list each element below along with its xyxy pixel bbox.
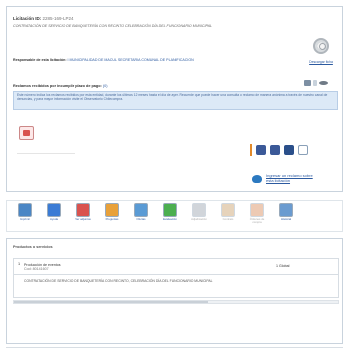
twitter-icon[interactable]: [270, 145, 280, 155]
licitacion-id-line: Licitación ID: 2285-169-LP24: [13, 16, 74, 21]
print-icon: [18, 203, 32, 217]
info-icon[interactable]: [313, 80, 317, 86]
badge-icon: [313, 38, 329, 54]
mail-icon[interactable]: [298, 145, 308, 155]
licitacion-description: CONTRATACIÓN DE SERVICIO DE BANQUETERÍA …: [13, 24, 213, 28]
claims-count[interactable]: (0): [103, 84, 108, 88]
purchase-order-tool: Órdenes de compra: [245, 203, 269, 224]
award-tool-label: Adjudicación: [191, 217, 207, 221]
report-claim-label[interactable]: Ingresar un reclamo sobre esta licitació…: [266, 173, 316, 183]
evaluation-icon: [163, 203, 177, 217]
linkedin-icon[interactable]: [284, 145, 294, 155]
report-claim-link[interactable]: Ingresar un reclamo sobre esta licitació…: [252, 173, 316, 183]
attachments-icon: [76, 203, 90, 217]
download-badge[interactable]: Descargar ficha: [307, 38, 335, 64]
download-badge-label[interactable]: Descargar ficha: [307, 60, 335, 64]
scrollbar-thumb[interactable]: [14, 301, 209, 303]
products-table: 1 Producción de eventos Cod: 80141607 1 …: [13, 258, 339, 298]
help-tool-label: Ayuda: [50, 217, 58, 221]
print-tool-label: Imprimir: [19, 217, 31, 221]
history-tool[interactable]: Historial: [274, 203, 298, 224]
licitacion-id-label: Licitación ID:: [13, 16, 42, 21]
products-title: Productos o servicios: [13, 245, 53, 249]
eye-icon[interactable]: [319, 81, 328, 85]
toolbar-tools: Imprimir Ayuda Ver adjuntos Preguntas Oferta…: [13, 203, 298, 224]
licitacion-info-panel: Licitación ID: 2285-169-LP24 CONTRATACIÓ…: [6, 6, 343, 192]
share-icons: [250, 144, 308, 156]
pdf-icon[interactable]: [19, 126, 34, 140]
horizontal-scrollbar[interactable]: [13, 300, 339, 304]
attachments-tool[interactable]: Ver adjuntos: [71, 203, 95, 224]
licitacion-id-value: 2285-169-LP24: [42, 16, 74, 21]
award-tool: Adjudicación: [187, 203, 211, 224]
claims-notice: Este número indica los reclamos recibido…: [13, 91, 338, 110]
questions-icon: [105, 203, 119, 217]
offers-tool-label: Ofertas: [136, 217, 146, 221]
help-icon: [47, 203, 61, 217]
claims-label: Reclamos recibidos por incumplir plazo d…: [13, 84, 102, 88]
divider: [17, 153, 75, 154]
evaluation-tool-label: Evaluación: [163, 217, 177, 221]
questions-tool[interactable]: Preguntas: [100, 203, 124, 224]
print-tool[interactable]: Imprimir: [13, 203, 37, 224]
separator-bar: [250, 144, 252, 156]
print-icon[interactable]: [304, 80, 311, 86]
claims-line: Reclamos recibidos por incumplir plazo d…: [13, 84, 263, 88]
responsible-label: Responsable de esta licitación:: [13, 58, 67, 62]
responsible-value[interactable]: I MUNICIPALIDAD DE MACUL SECRETARIA COMU…: [68, 58, 194, 62]
product-quantity: 1 Global: [276, 264, 290, 268]
facebook-icon[interactable]: [256, 145, 266, 155]
responsible-line: Responsable de esta licitación: I MUNICI…: [13, 58, 273, 62]
help-tool[interactable]: Ayuda: [42, 203, 66, 224]
actions-toolbar: Imprimir Ayuda Ver adjuntos Preguntas Oferta…: [6, 200, 343, 232]
table-row: 1 Producción de eventos Cod: 80141607 1 …: [14, 259, 338, 275]
product-description: CONTRATACIÓN DE SERVICIO DE BANQUETERÍA …: [24, 279, 213, 283]
purchase-order-icon: [250, 203, 264, 217]
bottom-divider: [6, 347, 343, 348]
product-number: 1: [18, 262, 21, 266]
history-tool-label: Historial: [280, 217, 292, 221]
award-icon: [192, 203, 206, 217]
attachments-tool-label: Ver adjuntos: [75, 217, 91, 221]
product-code: Cod: 80141607: [24, 267, 49, 272]
purchase-order-tool-label: Órdenes de compra: [249, 217, 265, 225]
contract-tool: Contrato: [216, 203, 240, 224]
contract-icon: [221, 203, 235, 217]
evaluation-tool[interactable]: Evaluación: [158, 203, 182, 224]
history-icon: [279, 203, 293, 217]
offers-icon: [134, 203, 148, 217]
questions-tool-label: Preguntas: [105, 217, 119, 221]
mini-actions: [304, 80, 328, 86]
offers-tool[interactable]: Ofertas: [129, 203, 153, 224]
product-name-cell: Producción de eventos Cod: 80141607: [24, 263, 61, 271]
megaphone-icon: [252, 174, 262, 183]
products-panel: Productos o servicios 1 Producción de ev…: [6, 238, 343, 344]
contract-tool-label: Contrato: [222, 217, 234, 221]
